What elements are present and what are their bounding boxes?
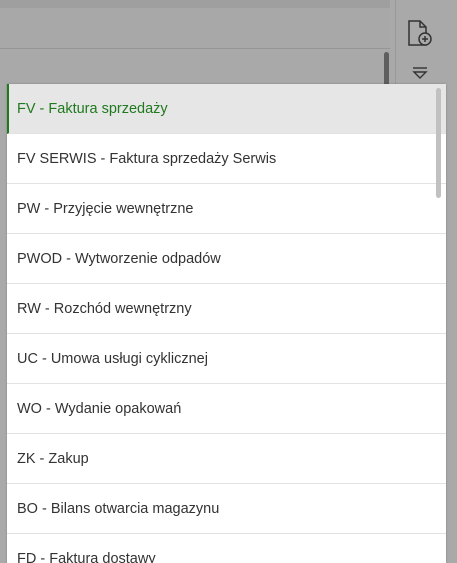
file-plus-icon[interactable] (404, 18, 434, 48)
list-item[interactable]: UC - Umowa usługi cyklicznej (7, 334, 446, 384)
list-item[interactable]: PW - Przyjęcie wewnętrzne (7, 184, 446, 234)
document-type-dropdown: FV - Faktura sprzedaży FV SERWIS - Faktu… (7, 84, 446, 563)
dropdown-scrollbar[interactable] (436, 88, 441, 198)
header-strip (0, 8, 390, 49)
top-bar (0, 0, 390, 8)
list-item[interactable]: BO - Bilans otwarcia magazynu (7, 484, 446, 534)
list-item[interactable]: ZK - Zakup (7, 434, 446, 484)
list-item[interactable]: FV - Faktura sprzedaży (7, 84, 446, 134)
list-item[interactable]: FD - Faktura dostawy (7, 534, 446, 563)
list-item[interactable]: RW - Rozchód wewnętrzny (7, 284, 446, 334)
list-item[interactable]: PWOD - Wytworzenie odpadów (7, 234, 446, 284)
background-scrollbar[interactable] (384, 52, 389, 88)
list-item[interactable]: FV SERWIS - Faktura sprzedaży Serwis (7, 134, 446, 184)
list-item[interactable]: WO - Wydanie opakowań (7, 384, 446, 434)
